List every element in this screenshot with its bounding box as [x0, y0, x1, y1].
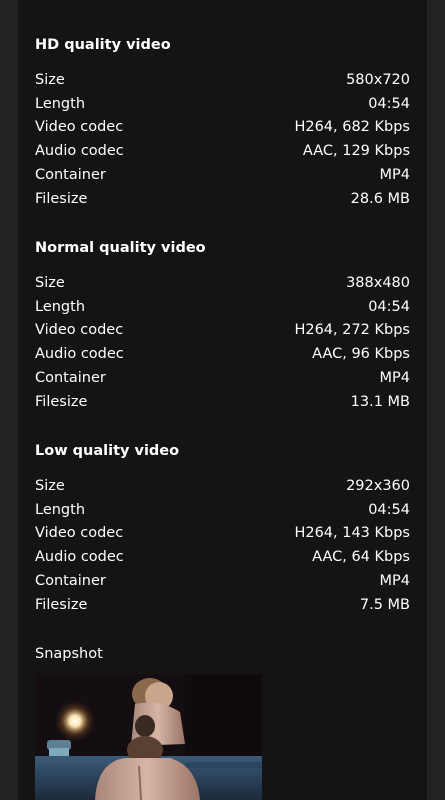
row-label: Size: [35, 274, 65, 291]
info-row-size: Size 580x720: [35, 68, 410, 92]
row-label: Audio codec: [35, 346, 124, 363]
row-value: 13.1 MB: [350, 393, 410, 410]
section-title: Normal quality video: [35, 240, 206, 256]
info-row-audio-codec: Audio codec AAC, 64 Kbps: [35, 545, 410, 569]
info-row-audio-codec: Audio codec AAC, 129 Kbps: [35, 139, 410, 163]
info-row-audio-codec: Audio codec AAC, 96 Kbps: [35, 342, 410, 366]
row-value: AAC, 129 Kbps: [302, 143, 410, 160]
row-value: MP4: [379, 370, 410, 387]
row-label: Video codec: [35, 322, 124, 339]
row-value: AAC, 96 Kbps: [312, 346, 410, 363]
row-label: Video codec: [35, 119, 124, 136]
row-label: Filesize: [35, 596, 88, 613]
row-label: Container: [35, 167, 106, 184]
low-quality-section: Low quality video Size 292x360 Length 04:5…: [35, 441, 410, 617]
info-row-length: Length 04:54: [35, 92, 410, 116]
row-value: 04:54: [368, 95, 410, 112]
snapshot-image: [35, 674, 262, 800]
normal-quality-section: Normal quality video Size 388x480 Length 0…: [35, 238, 410, 414]
row-label: Video codec: [35, 525, 124, 542]
row-label: Length: [35, 95, 86, 112]
info-row-container: Container MP4: [35, 569, 410, 593]
row-value: MP4: [379, 573, 410, 590]
row-label: Filesize: [35, 393, 88, 410]
row-value: H264, 143 Kbps: [294, 525, 410, 542]
info-row-size: Size 388x480: [35, 271, 410, 295]
info-row-video-codec: Video codec H264, 272 Kbps: [35, 319, 410, 343]
row-value: H264, 272 Kbps: [294, 322, 410, 339]
row-value: H264, 682 Kbps: [294, 119, 410, 136]
info-row-video-codec: Video codec H264, 143 Kbps: [35, 522, 410, 546]
row-value: 292x360: [346, 477, 410, 494]
row-label: Size: [35, 477, 65, 494]
info-row-filesize: Filesize 7.5 MB: [35, 593, 410, 617]
info-row-container: Container MP4: [35, 366, 410, 390]
row-value: 388x480: [346, 274, 410, 291]
row-label: Container: [35, 370, 106, 387]
section-title: Low quality video: [35, 443, 180, 459]
section-title: HD quality video: [35, 37, 171, 53]
snapshot-thumbnail[interactable]: [35, 674, 262, 800]
info-row-video-codec: Video codec H264, 682 Kbps: [35, 116, 410, 140]
info-row-filesize: Filesize 13.1 MB: [35, 390, 410, 414]
row-label: Length: [35, 501, 86, 518]
row-label: Filesize: [35, 190, 88, 207]
row-value: 04:54: [368, 501, 410, 518]
row-value: 04:54: [368, 298, 410, 315]
video-info-panel: HD quality video Size 580x720 Length 04:54…: [18, 0, 427, 800]
row-value: 580x720: [346, 71, 410, 88]
row-label: Audio codec: [35, 143, 124, 160]
info-row-length: Length 04:54: [35, 295, 410, 319]
info-row-container: Container MP4: [35, 163, 410, 187]
hd-quality-section: HD quality video Size 580x720 Length 04:54…: [35, 35, 410, 211]
row-label: Container: [35, 573, 106, 590]
row-value: AAC, 64 Kbps: [312, 549, 410, 566]
info-row-filesize: Filesize 28.6 MB: [35, 187, 410, 211]
row-value: MP4: [379, 167, 410, 184]
info-row-length: Length 04:54: [35, 498, 410, 522]
row-label: Audio codec: [35, 549, 124, 566]
row-value: 7.5 MB: [359, 596, 410, 613]
row-label: Length: [35, 298, 86, 315]
info-row-size: Size 292x360: [35, 474, 410, 498]
row-label: Size: [35, 71, 65, 88]
row-value: 28.6 MB: [350, 190, 410, 207]
snapshot-label: Snapshot: [35, 646, 103, 662]
